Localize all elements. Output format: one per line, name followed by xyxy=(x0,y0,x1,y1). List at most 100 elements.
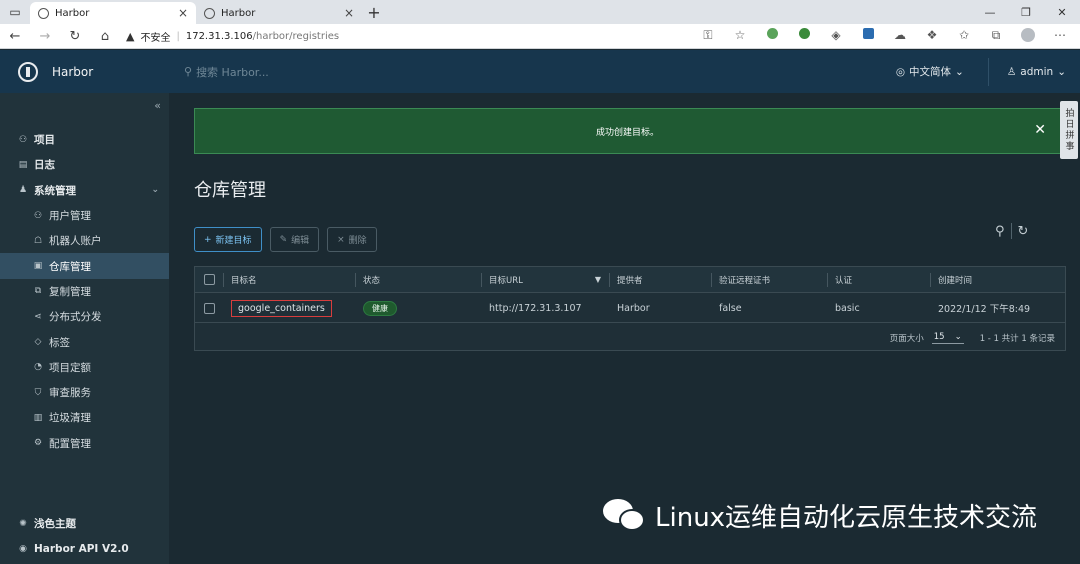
extension-cloud-icon[interactable]: ☁ xyxy=(884,28,916,45)
new-tab-button[interactable]: + xyxy=(362,0,386,24)
row-checkbox[interactable] xyxy=(195,294,223,322)
checkbox[interactable] xyxy=(203,302,215,314)
tab-close-icon[interactable]: × xyxy=(178,6,188,20)
browser-toolbar-icons: ⚿ ☆ ◈ ☁ ❖ ✩ ⧉ ⋯ xyxy=(692,27,1076,45)
close-window-icon[interactable]: ✕ xyxy=(1044,0,1080,24)
language-label: 中文简体 xyxy=(909,66,952,78)
tab-close-icon[interactable]: × xyxy=(344,6,354,20)
sidebar-item-label: 日志 xyxy=(34,159,55,172)
window-menu-icon[interactable]: ▭ xyxy=(0,0,30,24)
sidebar-item-label: 复制管理 xyxy=(49,285,91,298)
sidebar-item-administration[interactable]: ♟ 系统管理 ⌄ xyxy=(0,178,169,203)
minimize-icon[interactable]: — xyxy=(972,0,1008,24)
sidebar-item-garbage-collection[interactable]: ▥ 垃圾清理 xyxy=(0,405,169,430)
pencil-icon: ✎ xyxy=(279,234,288,245)
theme-toggle[interactable]: ✺ 浅色主题 xyxy=(0,511,169,536)
checkbox[interactable] xyxy=(203,274,215,285)
chevron-down-icon: ⌄ xyxy=(954,332,962,342)
extension-shield-icon[interactable]: ◈ xyxy=(820,28,852,45)
back-icon[interactable]: ← xyxy=(0,29,30,44)
column-header-auth[interactable]: 认证 xyxy=(827,267,930,292)
page-size-select[interactable]: 15 ⌄ xyxy=(931,332,964,344)
sidebar-item-replications[interactable]: ⧉ 复制管理 xyxy=(0,279,169,304)
sidebar-item-labels[interactable]: ◇ 标签 xyxy=(0,329,169,354)
delete-button[interactable]: × 删除 xyxy=(327,227,377,252)
profile-icon[interactable] xyxy=(1012,27,1044,45)
close-icon: × xyxy=(337,234,345,245)
user-menu[interactable]: ♙ admin ⌄ xyxy=(1007,66,1066,78)
filter-icon[interactable]: ▼ xyxy=(595,275,601,284)
plus-icon: + xyxy=(204,234,212,245)
new-endpoint-button[interactable]: + 新建目标 xyxy=(194,227,262,252)
browser-address-bar: ← → ↻ ⌂ ▲ 不安全 | 172.31.3.106/harbor/regi… xyxy=(0,24,1080,49)
page-size-label: 页面大小 xyxy=(889,334,924,344)
extension-leaf-icon[interactable] xyxy=(788,27,820,45)
globe-icon: ◎ xyxy=(895,65,906,78)
collections-icon[interactable]: ⧉ xyxy=(980,28,1012,45)
table-toolbar: + 新建目标 ✎ 编辑 × 删除 xyxy=(194,227,377,252)
edit-button[interactable]: ✎ 编辑 xyxy=(269,227,320,252)
collapse-sidebar-icon[interactable]: « xyxy=(154,99,161,112)
column-header-created[interactable]: 创建时间 xyxy=(930,267,1065,292)
chevron-down-icon: ⌄ xyxy=(955,65,964,78)
harbor-logo-icon[interactable] xyxy=(18,61,38,82)
delete-label: 删除 xyxy=(348,236,367,246)
sidebar-item-label: 系统管理 xyxy=(34,184,76,197)
page-title: 仓库管理 xyxy=(194,180,266,201)
language-selector[interactable]: ◎ 中文简体 ⌄ xyxy=(896,64,964,79)
reload-icon[interactable]: ↻ xyxy=(60,29,90,44)
more-icon[interactable]: ⋯ xyxy=(1044,28,1076,45)
global-search[interactable]: ⚲ 搜索 Harbor... xyxy=(184,64,896,80)
window-controls: — ❐ ✕ xyxy=(972,0,1080,24)
divider xyxy=(1010,223,1012,239)
forward-icon[interactable]: → xyxy=(30,29,60,44)
sidebar-item-interrogation-services[interactable]: ⛉ 审查服务 xyxy=(0,380,169,405)
sidebar-item-label: 机器人账户 xyxy=(49,235,102,248)
brand-name[interactable]: Harbor xyxy=(52,65,140,79)
search-input[interactable]: 搜索 Harbor... xyxy=(196,64,269,80)
column-header-verify-cert[interactable]: 验证远程证书 xyxy=(711,267,827,292)
new-endpoint-label: 新建目标 xyxy=(215,236,252,246)
sidebar-item-users[interactable]: ⚇ 用户管理 xyxy=(0,203,169,228)
cell-status: 健康 xyxy=(355,294,481,322)
sidebar-item-label: 分布式分发 xyxy=(49,311,102,324)
status-badge: 健康 xyxy=(363,300,397,316)
table-row[interactable]: google_containers 健康 http://172.31.3.107… xyxy=(195,294,1065,323)
browser-tab-harbor-1[interactable]: Harbor × xyxy=(30,2,196,24)
url-field[interactable]: ▲ 不安全 | 172.31.3.106/harbor/registries xyxy=(126,29,692,44)
side-event-tab[interactable]: 拍日拼事 xyxy=(1060,101,1078,159)
home-icon[interactable]: ⌂ xyxy=(90,29,120,44)
select-all-checkbox[interactable] xyxy=(195,267,223,292)
users-icon: ⚇ xyxy=(33,210,43,221)
warning-icon: ▲ xyxy=(126,29,135,43)
column-header-provider[interactable]: 提供者 xyxy=(609,267,711,292)
extension-puzzle-icon[interactable]: ❖ xyxy=(916,28,948,45)
favorite-add-icon[interactable]: ☆ xyxy=(724,28,756,45)
key-icon[interactable]: ⚿ xyxy=(692,28,724,45)
api-icon: ◉ xyxy=(19,543,27,554)
column-header-name[interactable]: 目标名 xyxy=(223,267,355,292)
restore-icon[interactable]: ❐ xyxy=(1008,0,1044,24)
search-icon[interactable]: ⚲ xyxy=(995,224,1005,239)
projects-icon: ⚇ xyxy=(18,134,28,145)
sidebar-item-registries[interactable]: ▣ 仓库管理 xyxy=(0,253,169,279)
cell-name: google_containers xyxy=(223,294,355,322)
sidebar-item-configuration[interactable]: ⚙ 配置管理 xyxy=(0,431,169,456)
sidebar-item-quotas[interactable]: ◔ 项目定额 xyxy=(0,355,169,380)
column-header-status[interactable]: 状态 xyxy=(355,267,481,292)
api-link[interactable]: ◉ Harbor API V2.0 xyxy=(0,536,169,561)
sidebar-item-distributions[interactable]: ⋖ 分布式分发 xyxy=(0,304,169,329)
column-header-url[interactable]: 目标URL ▼ xyxy=(481,267,609,292)
pagination-summary: 1 - 1 共计 1 条记录 xyxy=(979,334,1055,344)
url-host: 172.31.3.106 xyxy=(185,30,253,42)
sidebar-item-robot-accounts[interactable]: ☖ 机器人账户 xyxy=(0,228,169,253)
extension-blue-icon[interactable] xyxy=(852,27,884,45)
table-header: 目标名 状态 目标URL ▼ 提供者 验证远程证书 认证 创建时间 xyxy=(195,267,1065,293)
refresh-icon[interactable]: ↻ xyxy=(1018,224,1029,239)
sidebar-item-logs[interactable]: ▤ 日志 xyxy=(0,152,169,177)
favorites-icon[interactable]: ✩ xyxy=(948,28,980,45)
sidebar-item-projects[interactable]: ⚇ 项目 xyxy=(0,127,169,152)
close-icon[interactable]: ✕ xyxy=(1034,122,1046,138)
browser-tab-harbor-2[interactable]: Harbor × xyxy=(196,2,362,24)
extension-green-icon[interactable] xyxy=(756,27,788,45)
